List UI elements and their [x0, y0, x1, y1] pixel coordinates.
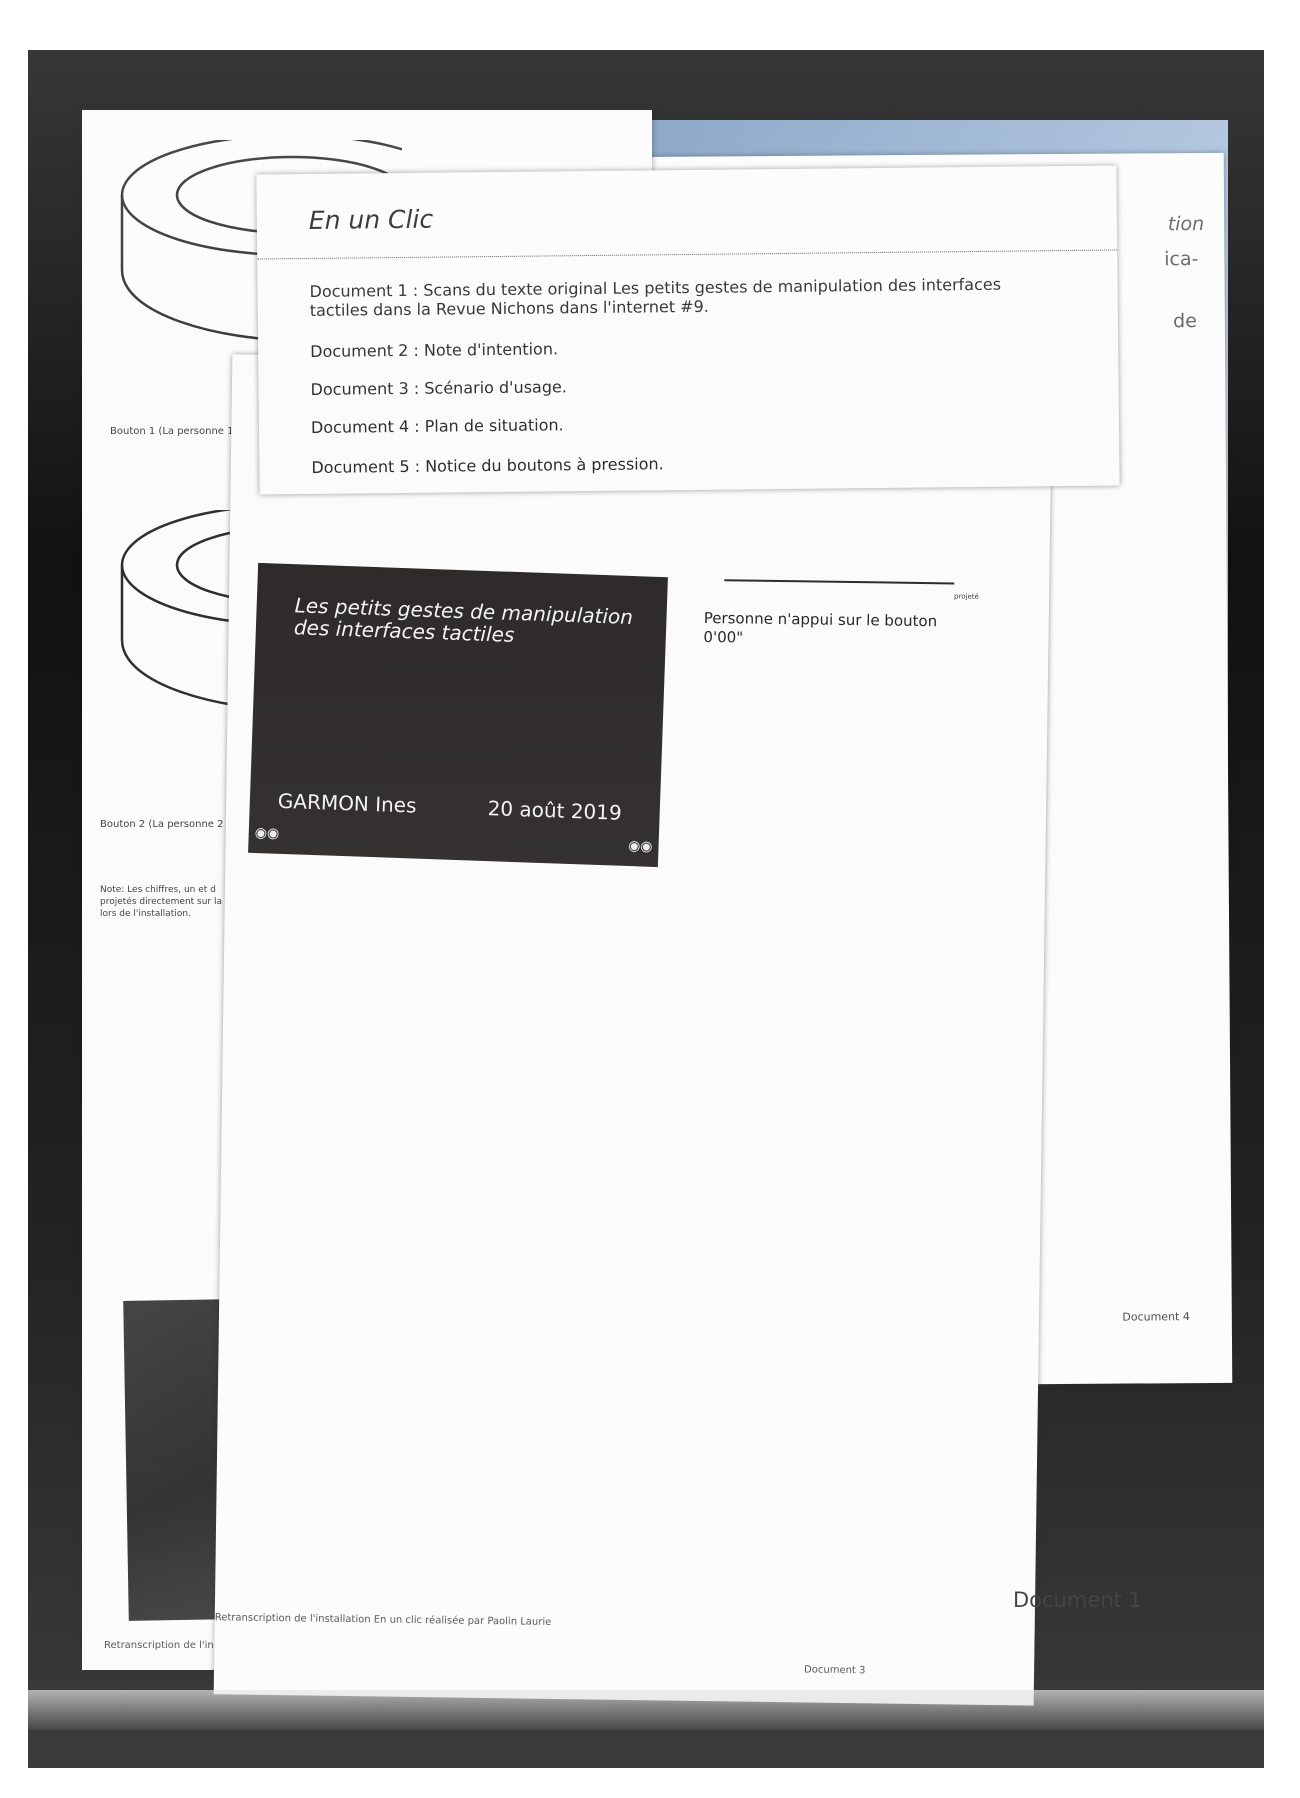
- back-fragment-3: de: [1173, 310, 1197, 333]
- bouton-2-caption: Bouton 2 (La personne 2 a: [100, 819, 233, 830]
- cover-title: En un Clic: [308, 204, 434, 235]
- document-entry-5-text: Notice du boutons à pression.: [425, 454, 664, 476]
- document-3-label: Document 3: [804, 1664, 866, 1677]
- cover-sheet: En un Clic Document 1 : Scans du texte o…: [256, 165, 1120, 495]
- scenario-line-1: Personne n'appui sur le bouton: [703, 608, 938, 631]
- document-entry-4-text: Plan de situation.: [424, 415, 564, 436]
- document-entry-4: Document 4 : Plan de situation.: [311, 415, 564, 437]
- document-entry-3-label: Document 3 :: [310, 378, 420, 399]
- document-entry-2-label: Document 2 :: [310, 340, 419, 361]
- document-entry-2: Document 2 : Note d'intention.: [310, 339, 558, 361]
- document-entry-2-text: Note d'intention.: [423, 339, 559, 360]
- note-line-2: projetés directement sur la: [100, 897, 223, 907]
- scan-frame: tion ica- de Document 4 1 Bouton 1 (La p…: [28, 50, 1264, 1768]
- document-entry-4-label: Document 4 :: [310, 416, 420, 437]
- projected-label: projeté: [954, 592, 979, 601]
- back-fragment-2: ica-: [1164, 248, 1199, 271]
- card-title: Les petits gestes de manipulation des in…: [293, 593, 634, 647]
- cc-icon-right: ◉◉: [627, 838, 653, 855]
- cc-icon-left: ◉◉: [254, 824, 280, 842]
- document-entry-1: Document 1 : Scans du texte original Les…: [309, 274, 1029, 320]
- note-line-1: Note: Les chiffres, un et d: [100, 885, 216, 895]
- scenario-page: projeté Personne n'appui sur le bouton 0…: [213, 354, 1053, 1706]
- card-author: GARMON Ines: [277, 788, 417, 818]
- document-entry-5-label: Document 5 :: [311, 456, 421, 477]
- title-card: Les petits gestes de manipulation des in…: [248, 562, 668, 868]
- plastic-bottom-band: [28, 1690, 1264, 1730]
- cover-divider: [257, 249, 1118, 260]
- scenario-line-2: 0'00": [703, 627, 744, 647]
- bouton-1-caption: Bouton 1 (La personne 1 ap: [110, 426, 250, 437]
- back-fragment-1: tion: [1167, 212, 1205, 236]
- projected-rule: [724, 579, 955, 585]
- scenario-footer: Retranscription de l'installation En un …: [214, 1612, 552, 1628]
- document-entry-3: Document 3 : Scénario d'usage.: [311, 377, 567, 399]
- card-date: 20 août 2019: [487, 796, 623, 825]
- document-entry-5: Document 5 : Notice du boutons à pressio…: [311, 454, 663, 477]
- note-line-3: lors de l'installation.: [100, 909, 191, 919]
- document-entry-3-text: Scénario d'usage.: [424, 377, 567, 398]
- document-1-label: Document 1: [1013, 1588, 1142, 1612]
- document-entry-1-label: Document 1 :: [309, 280, 419, 301]
- document-4-label: Document 4: [1122, 1310, 1190, 1324]
